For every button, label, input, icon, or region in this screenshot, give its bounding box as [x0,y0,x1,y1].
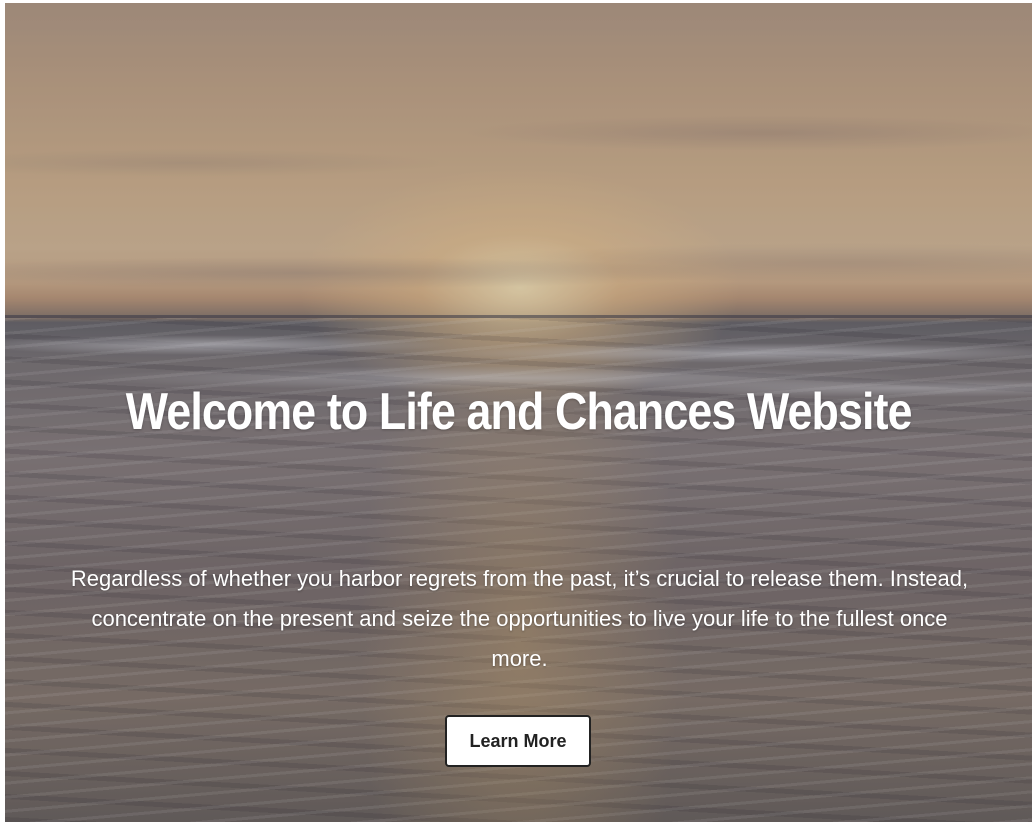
hero-content: Welcome to Life and Chances Website Rega… [5,3,1032,822]
hero-subtitle: Regardless of whether you harbor regrets… [70,566,969,671]
hero-title: Welcome to Life and Chances Website [125,383,913,441]
hero-section: Welcome to Life and Chances Website Rega… [5,3,1032,822]
learn-more-button[interactable]: Learn More [445,715,591,767]
